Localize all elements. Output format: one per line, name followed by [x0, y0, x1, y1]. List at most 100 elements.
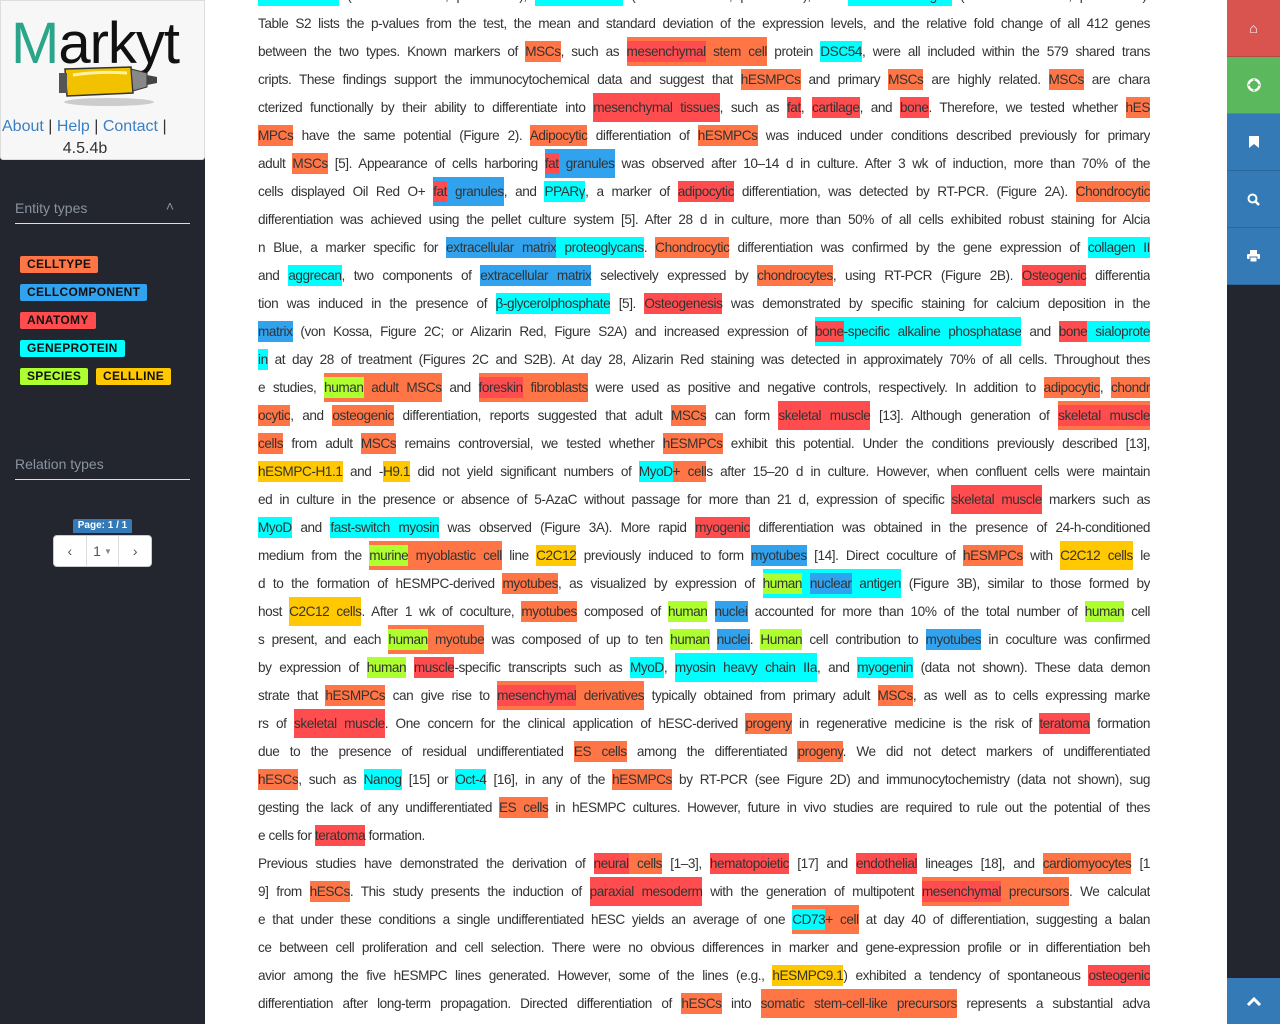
celltype-annotation[interactable]: progeny	[745, 713, 792, 734]
celltype-annotation[interactable]: chondr	[1110, 377, 1150, 398]
about-link[interactable]: About	[2, 118, 44, 135]
entity-types-header[interactable]: Entity types ˄	[15, 198, 190, 224]
geneprotein-annotation[interactable]: human nuclear antigen	[762, 569, 901, 598]
help-link[interactable]: Help	[57, 118, 90, 135]
print-button[interactable]	[1227, 228, 1280, 285]
cellcomponent-annotation[interactable]: fat granules	[433, 177, 504, 206]
entity-type-species[interactable]: SPECIES	[20, 368, 89, 385]
geneprotein-annotation[interactable]: myosin heavy chain IIa	[674, 653, 817, 682]
cellline-annotation[interactable]: hESMPC9.1	[772, 965, 844, 986]
cellcomponent-annotation[interactable]: myotubes	[751, 545, 807, 566]
celltype-annotation[interactable]: MSCs	[525, 41, 561, 62]
anatomy-annotation[interactable]: mesenchymal tissues	[593, 93, 720, 122]
anatomy-annotation[interactable]: foreskin	[478, 377, 523, 398]
entity-type-cellcomponent[interactable]: CELLCOMPONENT	[20, 284, 148, 301]
anatomy-annotation[interactable]: bone	[899, 97, 929, 118]
geneprotein-annotation[interactable]: collagen II	[1087, 237, 1150, 258]
anatomy-annotation[interactable]: mesenchymal	[497, 685, 577, 706]
cellcomponent-annotation[interactable]: matrix	[258, 321, 293, 342]
geneprotein-annotation[interactable]: MyoD	[638, 461, 673, 482]
celltype-annotation[interactable]: Chondrocytic	[655, 237, 730, 258]
bookmark-button[interactable]	[1227, 114, 1280, 171]
celltype-annotation[interactable]: hESMPCs	[740, 69, 801, 90]
geneprotein-annotation[interactable]: laminin beta 2	[534, 0, 624, 6]
anatomy-annotation[interactable]: paraxial mesoderm	[589, 877, 703, 906]
anatomy-annotation[interactable]: fat	[544, 153, 559, 174]
celltype-annotation[interactable]: hESMPCs	[325, 685, 386, 706]
cellcomponent-annotation[interactable]: extracellular matrix	[446, 237, 557, 258]
geneprotein-annotation[interactable]: stromal factor	[258, 0, 340, 6]
celltype-annotation[interactable]: myotubes	[521, 601, 577, 622]
celltype-annotation[interactable]: mesenchymal derivatives	[497, 681, 645, 710]
geneprotein-annotation[interactable]: proteoglycans	[556, 237, 644, 258]
home-button[interactable]: ⌂	[1227, 0, 1280, 57]
entity-type-anatomy[interactable]: ANATOMY	[20, 312, 96, 329]
celltype-annotation[interactable]: myotubes	[502, 573, 558, 594]
geneprotein-annotation[interactable]: Nanog	[363, 769, 402, 790]
scroll-top-button[interactable]	[1227, 978, 1280, 1024]
cellcomponent-annotation[interactable]: nuclei	[716, 629, 750, 650]
geneprotein-annotation[interactable]: CD73	[792, 909, 826, 930]
anatomy-annotation[interactable]: bone	[1058, 321, 1088, 342]
celltype-annotation[interactable]: mesenchymal stem cell	[626, 37, 767, 66]
anatomy-annotation[interactable]: cartilage	[811, 97, 860, 118]
celltype-annotation[interactable]: hESMPCs	[697, 125, 758, 146]
geneprotein-annotation[interactable]: aggrecan	[288, 265, 342, 286]
relation-types-header[interactable]: Relation types	[15, 456, 190, 480]
cellcomponent-annotation[interactable]: myotubes	[925, 629, 982, 650]
celltype-annotation[interactable]: Chondrocytic	[1075, 181, 1150, 202]
anatomy-annotation[interactable]: mesenchymal	[626, 41, 706, 62]
chevron-up-icon[interactable]: ˄	[166, 198, 174, 214]
cellline-annotation[interactable]: C2C12	[536, 545, 577, 566]
celltype-annotation[interactable]: osteogenic	[332, 405, 394, 426]
anatomy-annotation[interactable]: skeletal muscle	[1058, 405, 1150, 426]
celltype-annotation[interactable]: cells	[258, 433, 284, 454]
geneprotein-annotation[interactable]: notch homolog 2	[848, 0, 952, 6]
celltype-annotation[interactable]: MSCs	[877, 685, 913, 706]
geneprotein-annotation[interactable]: sialoprote	[1087, 321, 1150, 342]
anatomy-annotation[interactable]: endothelial	[855, 853, 918, 874]
celltype-annotation[interactable]: chondrocytes	[757, 265, 833, 286]
celltype-annotation[interactable]: hESMPCs	[963, 545, 1023, 566]
species-annotation[interactable]: human	[1084, 601, 1125, 622]
species-annotation[interactable]: human	[667, 601, 708, 622]
contact-link[interactable]: Contact	[103, 118, 158, 135]
celltype-annotation[interactable]: adipocytic	[1043, 377, 1100, 398]
celltype-annotation[interactable]: foreskin fibroblasts	[478, 373, 588, 402]
geneprotein-annotation[interactable]: MyoD	[630, 657, 664, 678]
species-annotation[interactable]: murine	[369, 545, 409, 566]
anatomy-annotation[interactable]: muscle	[413, 657, 455, 678]
celltype-annotation[interactable]: hESCs	[681, 993, 722, 1014]
help-button[interactable]	[1227, 57, 1280, 114]
celltype-annotation[interactable]: human adult MSCs	[324, 373, 442, 402]
cellline-annotation[interactable]: C2C12 cells	[289, 597, 362, 626]
anatomy-annotation[interactable]: hematopoietic	[709, 853, 789, 874]
celltype-annotation[interactable]: ES cells	[573, 741, 627, 762]
celltype-annotation[interactable]: hESCs	[258, 769, 299, 790]
celltype-annotation[interactable]: cardiomyocytes	[1042, 853, 1132, 874]
celltype-annotation[interactable]: ES cells	[499, 797, 549, 818]
geneprotein-annotation[interactable]: myogenin	[857, 657, 913, 678]
cellcomponent-annotation[interactable]: extracellular matrix	[480, 265, 592, 286]
celltype-annotation[interactable]: cells	[628, 853, 662, 874]
entity-type-geneprotein[interactable]: GENEPROTEIN	[20, 340, 125, 357]
page-select[interactable]: 1 ▼	[87, 536, 120, 566]
geneprotein-annotation[interactable]: PPARγ	[544, 181, 586, 202]
geneprotein-annotation[interactable]: in	[258, 349, 268, 370]
anatomy-annotation[interactable]: osteogenic	[1088, 965, 1150, 986]
anatomy-annotation[interactable]: fat	[433, 181, 447, 202]
geneprotein-annotation[interactable]: DSC54	[820, 41, 862, 62]
celltype-annotation[interactable]: MSCs	[1048, 69, 1084, 90]
anatomy-annotation[interactable]: bone	[815, 321, 844, 342]
celltype-annotation[interactable]: Adipocytic	[529, 125, 588, 146]
celltype-annotation[interactable]: MSCs	[888, 69, 924, 90]
celltype-annotation[interactable]: murine myoblastic cell	[369, 541, 502, 570]
prev-page-button[interactable]: ‹	[54, 536, 87, 566]
celltype-annotation[interactable]: somatic stem-cell-like precursors	[760, 989, 957, 1018]
entity-type-cellline[interactable]: CELLLINE	[96, 368, 172, 385]
cellline-annotation[interactable]: hESMPC-H1.1	[258, 461, 343, 482]
species-annotation[interactable]: human	[366, 657, 407, 678]
anatomy-annotation[interactable]: fat	[786, 97, 801, 118]
anatomy-annotation[interactable]: teratoma	[314, 825, 366, 846]
species-annotation[interactable]: human	[762, 573, 802, 594]
